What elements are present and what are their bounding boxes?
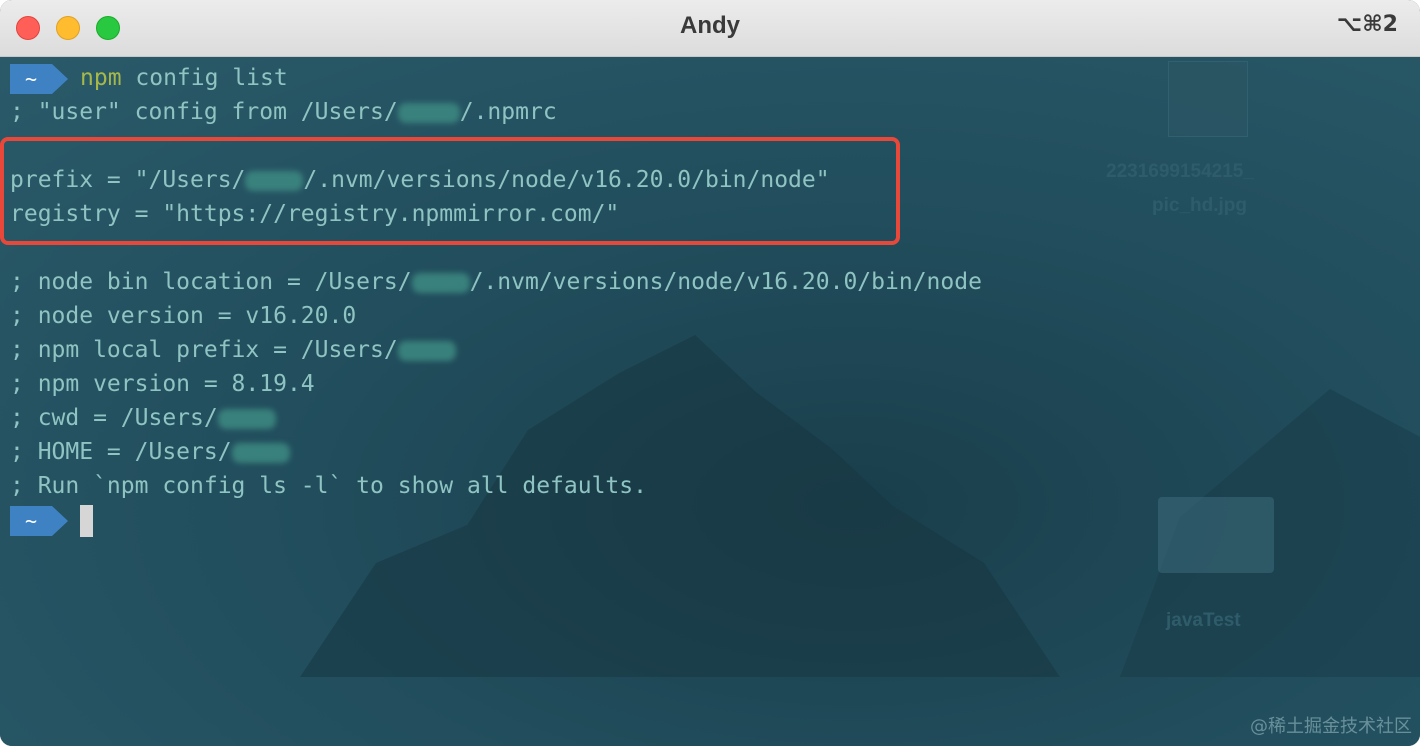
window-shortcut: ⌥⌘2: [1336, 12, 1398, 37]
terminal-window: Andy ⌥⌘2 2231699154215_ pic_hd.jpg javaT…: [0, 0, 1420, 746]
output-text: /.npmrc: [459, 99, 557, 125]
desktop-folder-label: javaTest: [1166, 610, 1241, 631]
command-args: config list: [121, 65, 288, 91]
prompt-line: ~: [10, 503, 1410, 537]
output-text: ; node bin location = /Users/: [10, 269, 412, 295]
output-text: ; HOME = /Users/: [10, 439, 232, 465]
terminal-output: ~ npm config list ; "user" config from /U…: [10, 61, 1410, 537]
title-bar: Andy ⌥⌘2: [0, 0, 1420, 57]
redacted-username: [397, 340, 456, 361]
output-line: ; "user" config from /Users/ /.npmrc: [10, 95, 1410, 129]
output-line: ; Run `npm config ls -l` to show all def…: [10, 473, 647, 499]
output-line: ; npm version = 8.19.4: [10, 371, 315, 397]
output-text: ; npm local prefix = /Users/: [10, 337, 398, 363]
redacted-username: [217, 408, 276, 429]
terminal-content[interactable]: 2231699154215_ pic_hd.jpg javaTest ~ npm …: [0, 57, 1420, 746]
highlight-annotation-box: [0, 137, 900, 245]
command-program: npm: [80, 65, 122, 91]
prompt-badge: ~: [10, 505, 68, 536]
prompt-badge: ~: [10, 63, 68, 94]
output-text: /.nvm/versions/node/v16.20.0/bin/node: [469, 269, 982, 295]
output-line: ; HOME = /Users/: [10, 435, 1410, 469]
redacted-username: [231, 442, 290, 463]
text-cursor[interactable]: [80, 504, 93, 537]
redacted-username: [397, 102, 460, 123]
output-text: ; cwd = /Users/: [10, 405, 218, 431]
window-title: Andy: [680, 12, 740, 39]
watermark: @稀土掘金技术社区: [1250, 716, 1412, 737]
command-line: ~ npm config list: [10, 61, 1410, 95]
redacted-username: [411, 272, 470, 293]
output-line: ; npm local prefix = /Users/: [10, 333, 1410, 367]
output-text: ; "user" config from /Users/: [10, 99, 398, 125]
output-line: ; node bin location = /Users/ /.nvm/versi…: [10, 265, 1410, 299]
output-line: ; node version = v16.20.0: [10, 303, 357, 329]
output-line: ; cwd = /Users/: [10, 401, 1410, 435]
